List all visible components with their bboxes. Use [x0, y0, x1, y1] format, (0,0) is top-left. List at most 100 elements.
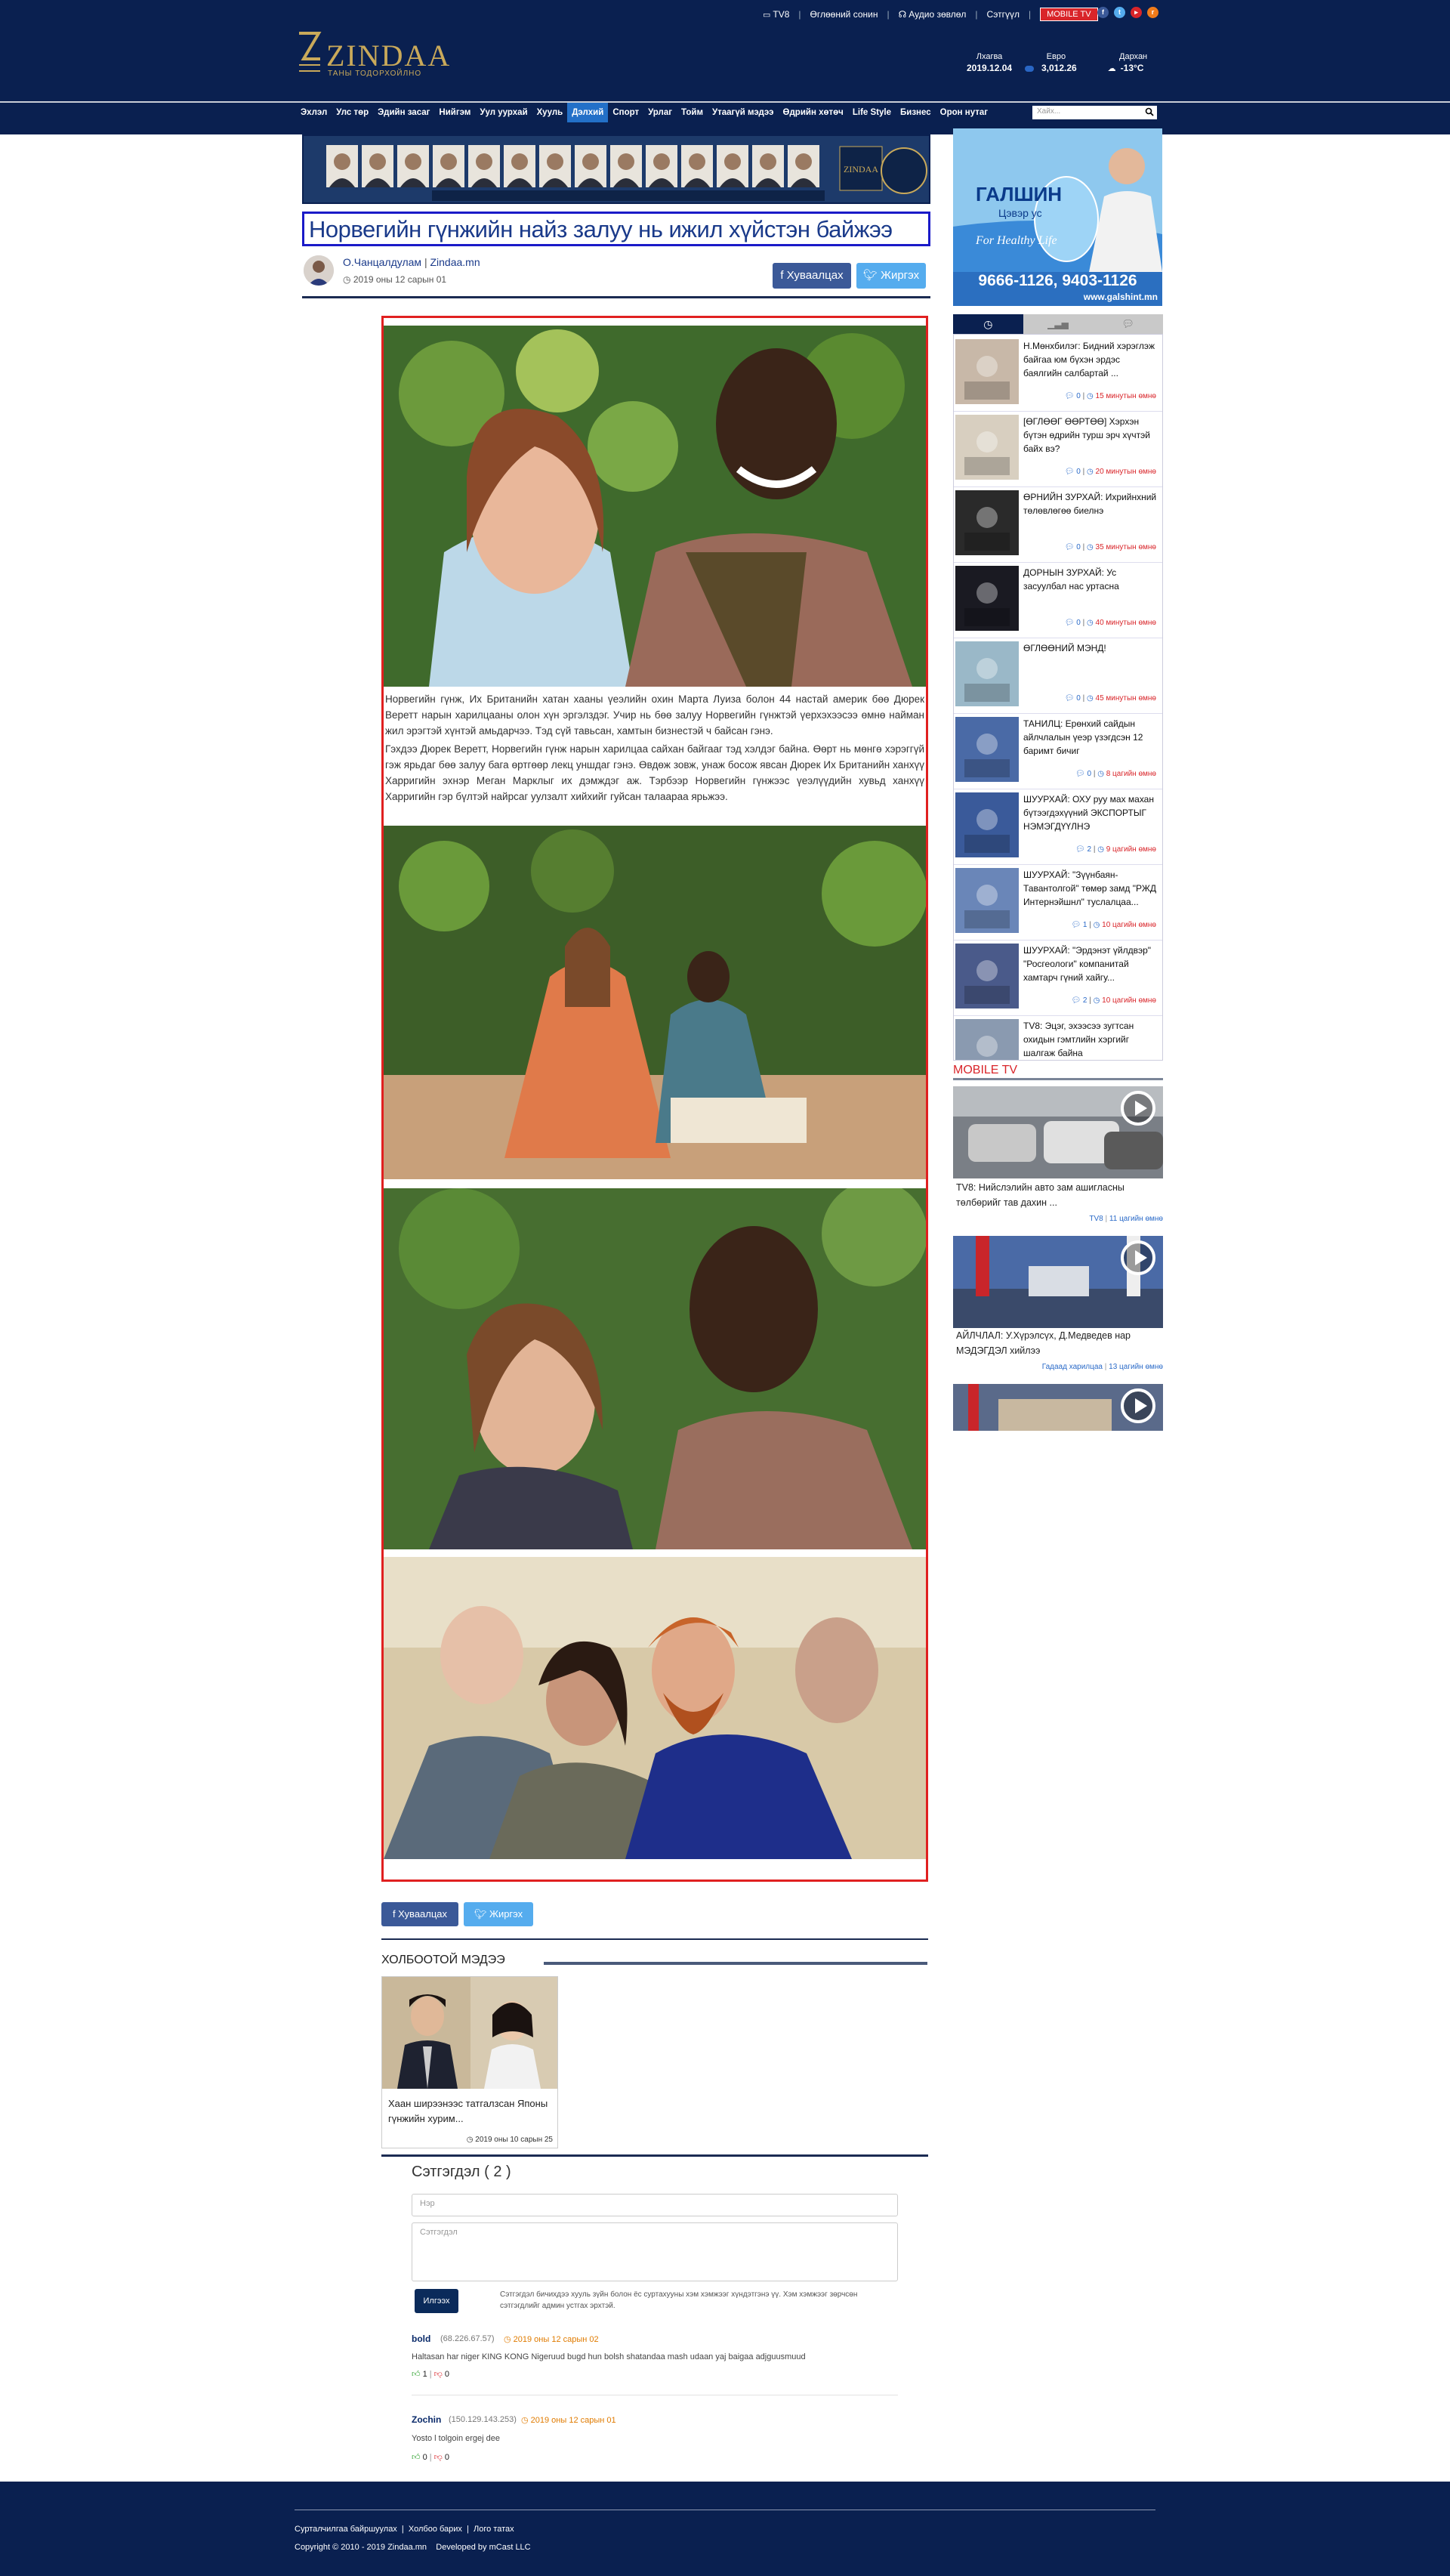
news-title[interactable]: ӨГЛӨӨНИЙ МЭНД!: [1023, 641, 1159, 655]
clock-icon: ◷: [1097, 770, 1106, 778]
nav-item-14[interactable]: Бизнес: [896, 103, 936, 122]
sidebar-news-item[interactable]: ШУУРХАЙ: ОХУ руу мах махан бүтээгдэхүүни…: [954, 788, 1162, 865]
sidebar-news-item[interactable]: ШУУРХАЙ: "Эрдэнэт үйлдвэр" "Росгеологи" …: [954, 939, 1162, 1016]
video-source-1: TV8: [1089, 1215, 1103, 1223]
search-icon[interactable]: [1145, 107, 1154, 116]
video-caption-2[interactable]: АЙЛЧЛАЛ: У.Хүрэлсүх, Д.Медведев нар МЭДЭ…: [956, 1328, 1160, 1358]
share-twitter-button[interactable]: 🐦︎ Жиргэх: [856, 263, 926, 289]
related-news-date: ◷ 2019 оны 10 сарын 25: [467, 2136, 553, 2144]
comment-name-field[interactable]: Нэр: [412, 2194, 898, 2216]
clock-icon: ◷: [343, 274, 353, 285]
sidebar-tabs: ◷ ▁▃▅ 💬︎: [953, 314, 1164, 334]
top-banner-ad[interactable]: ZINDAA: [302, 134, 930, 204]
tab-latest[interactable]: ◷: [953, 314, 1023, 334]
thumbs-up-icon[interactable]: 👍︎: [412, 2370, 423, 2379]
comment-icon: 💬︎: [1064, 468, 1077, 476]
tab-popular[interactable]: ▁▃▅: [1023, 314, 1094, 334]
sidebar-news-item[interactable]: TV8: Эцэг, эхээсээ зугтсан охидын гэмтли…: [954, 1015, 1162, 1060]
sidebar-news-item[interactable]: ТАНИЛЦ: Ерөнхий сайдын айлчлалын үеэр үз…: [954, 712, 1162, 789]
video-caption-1[interactable]: TV8: Нийслэлийн авто зам ашигласны төлбө…: [956, 1180, 1160, 1210]
thumbs-down-icon[interactable]: 👎︎: [434, 2370, 445, 2379]
author-name[interactable]: О.Чанцалдулам: [343, 256, 421, 268]
tab-comments[interactable]: 💬︎: [1093, 314, 1164, 334]
nav-item-11[interactable]: Утаагүй мэдээ: [708, 103, 779, 122]
footer-link-advertise[interactable]: Сурталчилгаа байршуулах: [295, 2525, 397, 2534]
date-value: 2019.12.04: [967, 63, 1013, 73]
mobile-tv-button[interactable]: MOBILE TV: [1040, 8, 1098, 21]
top-link-tv8[interactable]: TV8: [773, 9, 789, 20]
top-link-morning-paper[interactable]: Өглөөний сонин: [810, 9, 878, 20]
news-title[interactable]: ШУУРХАЙ: ОХУ руу мах махан бүтээгдэхүүни…: [1023, 792, 1159, 833]
nav-item-15[interactable]: Орон нутаг: [936, 103, 992, 122]
footer-link-logo[interactable]: Лого татах: [474, 2525, 514, 2534]
play-icon[interactable]: [1121, 1091, 1155, 1126]
news-title[interactable]: TV8: Эцэг, эхээсээ зугтсан охидын гэмтли…: [1023, 1019, 1159, 1060]
thumbs-down-icon[interactable]: 👎︎: [434, 2453, 445, 2462]
search-input[interactable]: Хайх...: [1032, 106, 1157, 119]
video-thumb-1[interactable]: [953, 1086, 1163, 1178]
sidebar-news-item[interactable]: [ӨГЛӨӨГ ӨӨРТӨӨ] Хэрхэн бүтэн өдрийн турш…: [954, 410, 1162, 487]
nav-item-9[interactable]: Урлаг: [643, 103, 677, 122]
comment-icon: 💬︎: [1075, 770, 1088, 778]
news-title[interactable]: ШУУРХАЙ: "Зүүнбаян-Тавантолгой" төмөр за…: [1023, 868, 1159, 909]
sidebar-news-item[interactable]: ӨГЛӨӨНИЙ МЭНД! 💬︎ 0 | ◷ 45 минутын өмнө: [954, 637, 1162, 714]
news-title[interactable]: [ӨГЛӨӨГ ӨӨРТӨӨ] Хэрхэн бүтэн өдрийн турш…: [1023, 415, 1159, 456]
related-news-date-text: 2019 оны 10 сарын 25: [475, 2136, 553, 2144]
news-title[interactable]: ӨРНИЙН ЗУРХАЙ: Ихрийнхний төлөвлөгөө бие…: [1023, 490, 1159, 517]
rss-icon[interactable]: r: [1147, 7, 1158, 18]
nav-item-10[interactable]: Тойм: [677, 103, 708, 122]
nav-item-1[interactable]: Эхлэл: [296, 103, 332, 122]
author-source[interactable]: Zindaa.mn: [430, 256, 480, 268]
nav-item-2[interactable]: Улс төр: [332, 103, 373, 122]
comment-icon: 💬︎: [1064, 392, 1077, 400]
footer-link-contact[interactable]: Холбоо барих: [409, 2525, 462, 2534]
comment-author-1: bold: [412, 2334, 431, 2344]
thumbs-up-icon[interactable]: 👍︎: [412, 2453, 423, 2462]
bottom-share-facebook-button[interactable]: f Хуваалцах: [381, 1902, 458, 1926]
news-title[interactable]: ТАНИЛЦ: Ерөнхий сайдын айлчлалын үеэр үз…: [1023, 717, 1159, 758]
sidebar-news-item[interactable]: ШУУРХАЙ: "Зүүнбаян-Тавантолгой" төмөр за…: [954, 863, 1162, 941]
nav-item-8[interactable]: Спорт: [608, 103, 643, 122]
facebook-icon[interactable]: f: [1097, 7, 1109, 18]
news-comment-count: 2: [1082, 996, 1088, 1005]
site-logo[interactable]: ZINDAA ТАНЫ ТОДОРХОЙЛНО: [296, 27, 449, 80]
news-meta: 💬︎ 0 | ◷ 40 минутын өмнө: [1064, 619, 1156, 627]
top-link-audio[interactable]: Аудио зөвлөл: [909, 9, 966, 20]
clock-icon: ◷: [504, 2335, 514, 2344]
related-news-card[interactable]: Хаан ширээнээс татгалзсан Японы гүнжийн …: [381, 1976, 558, 2148]
twitter-icon[interactable]: t: [1114, 7, 1125, 18]
nav-item-7[interactable]: Дэлхий: [567, 103, 609, 122]
news-thumb: [955, 339, 1019, 404]
nav-item-3[interactable]: Эдийн засаг: [373, 103, 434, 122]
news-title[interactable]: Н.Мөнхбилэг: Бидний хэрэглэж байгаа юм б…: [1023, 339, 1159, 380]
nav-item-12[interactable]: Өдрийн хөтөч: [779, 103, 848, 122]
send-comment-button[interactable]: Илгээх: [415, 2289, 458, 2313]
top-link-magazine[interactable]: Сэтгүүл: [987, 9, 1020, 20]
sidebar-news-item[interactable]: ӨРНИЙН ЗУРХАЙ: Ихрийнхний төлөвлөгөө бие…: [954, 486, 1162, 563]
share-facebook-button[interactable]: f Хуваалцах: [773, 263, 851, 289]
sidebar-news-item[interactable]: ДОРНЫН ЗУРХАЙ: Ус засуулбал нас уртасна 💬…: [954, 561, 1162, 638]
video-thumb-3[interactable]: [953, 1384, 1163, 1431]
related-news-title[interactable]: Хаан ширээнээс татгалзсан Японы гүнжийн …: [388, 2096, 554, 2127]
nav-item-6[interactable]: Хууль: [532, 103, 568, 122]
nav-item-13[interactable]: Life Style: [848, 103, 896, 122]
bottom-share-twitter-button[interactable]: 🐦︎ Жиргэх: [464, 1902, 533, 1926]
nav-item-4[interactable]: Нийгэм: [434, 103, 475, 122]
sidebar-ad-galshin[interactable]: ГАЛШИН Цэвэр ус For Healthy Life 9666-11…: [953, 128, 1162, 306]
comment-icon: 💬︎: [1064, 619, 1077, 627]
comment-body-field[interactable]: Сэтгэгдэл: [412, 2222, 898, 2281]
youtube-icon[interactable]: ▸: [1131, 7, 1142, 18]
news-title[interactable]: ШУУРХАЙ: "Эрдэнэт үйлдвэр" "Росгеологи" …: [1023, 944, 1159, 984]
news-title[interactable]: ДОРНЫН ЗУРХАЙ: Ус засуулбал нас уртасна: [1023, 566, 1159, 593]
play-icon[interactable]: [1121, 1388, 1155, 1423]
nav-item-5[interactable]: Уул уурхай: [475, 103, 532, 122]
footer-copyright: Copyright © 2010 - 2019 Zindaa.mn Develo…: [295, 2543, 531, 2552]
news-time: 15 минутын өмнө: [1095, 392, 1156, 400]
video-thumb-2[interactable]: [953, 1236, 1163, 1328]
ad-brand: ГАЛШИН: [976, 183, 1063, 205]
sidebar-news-item[interactable]: Н.Мөнхбилэг: Бидний хэрэглэж байгаа юм б…: [954, 335, 1162, 412]
play-icon[interactable]: [1121, 1240, 1155, 1275]
news-meta: 💬︎ 2 | ◷ 9 цагийн өмнө: [1075, 845, 1156, 854]
clock-icon: ◷: [1097, 845, 1106, 854]
news-time: 35 минутын өмнө: [1095, 543, 1156, 551]
